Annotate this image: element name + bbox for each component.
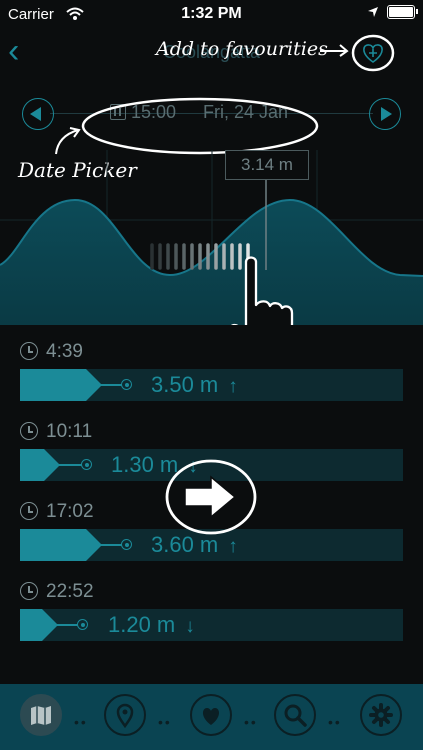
- status-right: [367, 5, 418, 19]
- tab-settings[interactable]: [360, 694, 402, 736]
- clock-icon: [20, 342, 38, 360]
- next-arrow-button[interactable]: [163, 458, 259, 536]
- tide-connector: [100, 384, 122, 386]
- current-height-label: 3.14 m: [225, 150, 309, 180]
- tide-height: 3.50 m ↑: [151, 372, 238, 397]
- tab-search[interactable]: [274, 694, 316, 736]
- date-picker-highlight: [81, 97, 319, 155]
- tide-direction-icon: ↑: [228, 536, 238, 557]
- scrubber-slider[interactable]: [150, 243, 250, 270]
- next-date-button[interactable]: [369, 98, 401, 130]
- tab-favourites[interactable]: [190, 694, 232, 736]
- tide-dot: [81, 459, 92, 470]
- tide-row[interactable]: 22:52 1.20 m ↓: [0, 575, 423, 655]
- tide-level-bar: [20, 369, 102, 401]
- search-icon: [284, 704, 307, 727]
- tide-dot: [77, 619, 88, 630]
- favourites-annotation: Add to favourities: [156, 38, 328, 60]
- tide-time: 4:39: [46, 341, 83, 362]
- annotation-arrow-icon: [320, 44, 349, 57]
- tide-time: 22:52: [46, 581, 94, 602]
- gear-icon: [369, 703, 393, 727]
- heart-icon: [202, 708, 220, 725]
- tide-connector: [58, 464, 82, 466]
- tide-level-bar: [20, 609, 58, 641]
- status-time: 1:32 PM: [181, 5, 242, 22]
- tide-connector: [56, 624, 78, 626]
- clock-icon: [20, 582, 38, 600]
- tide-direction-icon: ↓: [185, 616, 195, 637]
- tide-chart[interactable]: [0, 150, 423, 325]
- location-arrow-icon: [368, 7, 378, 17]
- tab-map[interactable]: [20, 694, 62, 736]
- tab-separator: ••: [158, 714, 172, 730]
- add-favourite-button[interactable]: [350, 33, 396, 73]
- tab-location[interactable]: [104, 694, 146, 736]
- tide-time: 17:02: [46, 501, 94, 522]
- tab-separator: ••: [328, 714, 342, 730]
- clock-icon: [20, 422, 38, 440]
- battery-icon: [387, 5, 418, 19]
- tide-level-bar: [20, 449, 60, 481]
- tide-row[interactable]: 4:39 3.50 m ↑: [0, 335, 423, 415]
- tide-time: 10:11: [46, 421, 93, 442]
- previous-date-button[interactable]: [22, 98, 54, 130]
- tide-connector: [100, 544, 122, 546]
- map-icon: [31, 706, 51, 725]
- tab-separator: ••: [244, 714, 258, 730]
- status-bar: Carrier 1:32 PM: [0, 0, 423, 28]
- tab-separator: ••: [74, 714, 88, 730]
- location-pin-icon: [116, 703, 134, 729]
- tide-direction-icon: ↑: [228, 376, 238, 397]
- tide-height: 1.20 m ↓: [108, 612, 195, 637]
- tide-dot: [121, 379, 132, 390]
- tide-level-bar: [20, 529, 102, 561]
- tab-bar: •• •• •• ••: [0, 684, 423, 750]
- tide-dot: [121, 539, 132, 550]
- clock-icon: [20, 502, 38, 520]
